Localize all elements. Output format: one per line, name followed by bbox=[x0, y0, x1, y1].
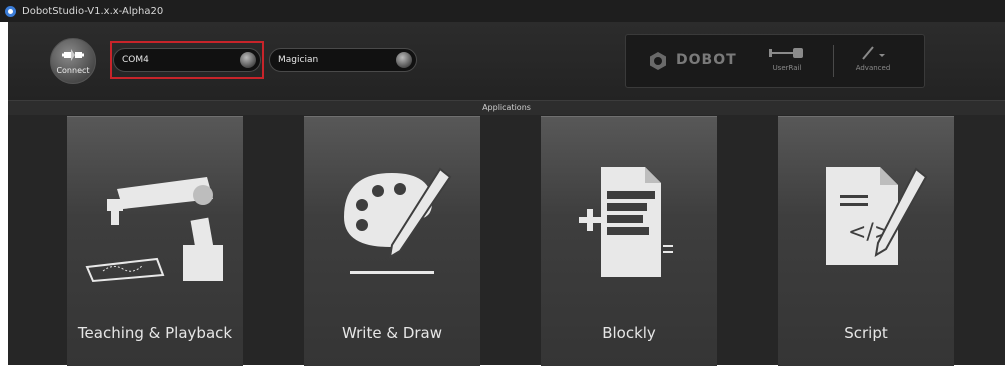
rail-icon bbox=[769, 48, 803, 58]
user-rail-label: UserRail bbox=[772, 64, 802, 72]
tile-label: Teaching & Playback bbox=[77, 324, 233, 342]
window-title: DobotStudio-V1.x.x-Alpha20 bbox=[22, 5, 164, 17]
tile-label: Write & Draw bbox=[341, 324, 442, 342]
plug-icon bbox=[62, 49, 84, 61]
toolbar: Connect COM4 Magician DOBOT UserRail Adv… bbox=[8, 22, 1005, 100]
model-value: Magician bbox=[278, 55, 319, 65]
model-select[interactable]: Magician bbox=[269, 48, 417, 72]
port-select[interactable]: COM4 bbox=[113, 48, 261, 72]
tile-script[interactable]: </> Script bbox=[778, 116, 954, 366]
robot-arm-icon bbox=[85, 177, 223, 283]
tile-blockly[interactable]: Blockly bbox=[541, 116, 717, 366]
title-bar: DobotStudio-V1.x.x-Alpha20 bbox=[0, 0, 1005, 22]
advanced-button[interactable]: Advanced bbox=[848, 45, 898, 72]
applications-header: Applications bbox=[8, 100, 1005, 115]
tile-label: Blockly bbox=[602, 324, 656, 342]
dobot-logo-icon bbox=[650, 52, 666, 70]
advanced-label: Advanced bbox=[855, 64, 891, 72]
brand-panel: DOBOT UserRail Advanced bbox=[625, 34, 925, 88]
blockly-document-icon bbox=[579, 167, 673, 277]
tile-label: Script bbox=[844, 324, 888, 342]
panel-divider bbox=[833, 45, 834, 77]
brand-name: DOBOT bbox=[676, 52, 737, 68]
script-document-icon: </> bbox=[826, 167, 928, 265]
connect-label: Connect bbox=[56, 66, 90, 75]
tile-write-draw[interactable]: Write & Draw bbox=[304, 116, 480, 366]
app-window: Connect COM4 Magician DOBOT UserRail Adv… bbox=[8, 22, 1005, 366]
palette-pencil-icon bbox=[344, 167, 452, 274]
tile-teaching-playback[interactable]: Teaching & Playback bbox=[67, 116, 243, 366]
connect-button[interactable]: Connect bbox=[50, 38, 96, 84]
dropdown-knob-icon[interactable] bbox=[240, 52, 256, 68]
dropdown-knob-icon[interactable] bbox=[396, 52, 412, 68]
user-rail-button[interactable]: UserRail bbox=[762, 45, 812, 72]
port-value: COM4 bbox=[122, 55, 149, 65]
pen-dropdown-icon bbox=[862, 46, 885, 60]
app-logo-icon bbox=[5, 5, 16, 17]
